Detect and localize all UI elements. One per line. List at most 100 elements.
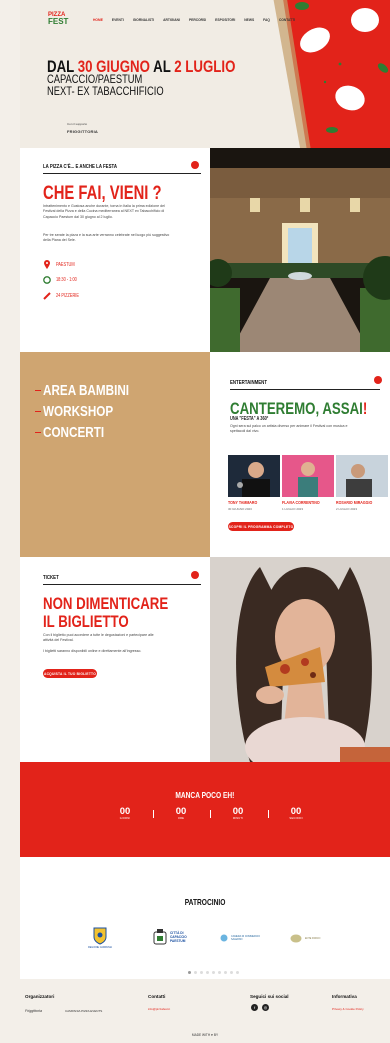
nav-item-contatti[interactable]: CONTATTI (279, 18, 295, 22)
pizza-cutter-icon (43, 292, 51, 300)
footer-credits: MADE WITH ♥ BY (191, 1033, 219, 1037)
main-nav: HOME EVENTI GIORNALISTI ARTIGIANI PERCOR… (93, 18, 295, 22)
ticket-panel: TICKET NON DIMENTICARE IL BIGLIETTO Con … (20, 557, 210, 762)
entertainment-kicker: ENTERTAINMENT (230, 380, 268, 386)
buy-ticket-button[interactable]: ACQUISTA IL TUO BIGLIETTO (43, 669, 97, 678)
tomato-icon (191, 571, 199, 579)
footer-organizer-logo-1[interactable]: Friggittoria (25, 1009, 42, 1013)
ticket-title: NON DIMENTICARE IL BIGLIETTO (43, 594, 169, 631)
festa-panel: LA PIZZA C'È... E ANCHE LA FESTA CHE FAI… (20, 148, 210, 352)
festa-title: CHE FAI, VIENI ? (43, 183, 162, 204)
site-footer: Organizzatori Friggittoria CAMPANIA PIZZ… (20, 979, 390, 1043)
festa-kicker: LA PIZZA C'È... E ANCHE LA FESTA (43, 164, 118, 170)
activities-panel: AREA BAMBINI WORKSHOP CONCERTI (20, 352, 210, 557)
countdown-days-label: GIORNI (119, 817, 131, 820)
artist-date-3: 2 LUGLIO 2023 (336, 507, 358, 511)
countdown-hours-label: ORE (177, 817, 185, 820)
footer-organizer-logo-2[interactable]: CAMPANIA PIZZA EVENTS (65, 1009, 102, 1013)
capaccio-crest-icon (153, 929, 167, 945)
countdown-minutes-label: MINUTI (232, 817, 244, 820)
artist-name-1: TONY TAMMARO (228, 500, 258, 505)
festa-hours-text: 18:30 - 1:00 (56, 277, 77, 283)
nav-item-artigiani[interactable]: ARTIGIANI (163, 18, 180, 22)
nav-item-espositori[interactable]: ESPOSITORI (215, 18, 235, 22)
hero-location-city: CAPACCIO/PAESTUM (47, 72, 143, 86)
carousel-dots[interactable] (188, 971, 239, 974)
nav-item-giornalisti[interactable]: GIORNALISTI (133, 18, 154, 22)
regione-crest-icon (93, 927, 107, 945)
countdown-seconds-label: SECONDI (289, 817, 303, 820)
pizzafest-logo[interactable]: PIZZA FEST (48, 12, 74, 32)
artist-date-2: 1 LUGLIO 2023 (282, 507, 304, 511)
program-button[interactable]: SCOPRI IL PROGRAMMA COMPLETO (228, 522, 294, 531)
instagram-icon[interactable]: ◎ (262, 1004, 269, 1011)
logo-bottom-text: FEST (48, 17, 69, 26)
festa-count-text: 24 PIZZERIE (56, 293, 79, 299)
countdown-hours-value: 00 (175, 806, 187, 817)
tomato-icon (191, 161, 199, 169)
activity-area-bambini[interactable]: AREA BAMBINI (35, 382, 153, 399)
hero-section: PIZZA FEST HOME EVENTI GIORNALISTI ARTIG… (20, 0, 390, 148)
artist-photo-tony-tammaro[interactable] (228, 455, 280, 497)
countdown-title: MANCA POCO EH! (175, 790, 235, 800)
activity-workshop[interactable]: WORKSHOP (35, 403, 133, 420)
festa-place-text: PAESTUM (56, 261, 75, 268)
nav-item-eventi[interactable]: EVENTI (112, 18, 124, 22)
footer-informativa-heading: Informativa (332, 994, 357, 999)
artist-name-2: FLAVIA CORRENTINO (282, 500, 320, 505)
festa-body-2: Per tre serate la pizza e la sua arte ve… (43, 233, 170, 243)
footer-privacy-link[interactable]: Privacy & Cookie Policy (332, 1007, 364, 1011)
artist-photo-rosario-miraggio[interactable] (336, 455, 388, 497)
clock-icon (43, 276, 51, 284)
countdown-separator (268, 810, 269, 818)
activity-concerti[interactable]: CONCERTI (35, 424, 121, 441)
map-pin-icon (44, 260, 50, 269)
festa-body-1: Intrattenimento e Gustosa anche durante,… (43, 204, 165, 219)
page: PIZZA FEST HOME EVENTI GIORNALISTI ARTIG… (20, 0, 390, 1043)
tomato-icon (374, 376, 382, 384)
countdown-days-value: 00 (119, 806, 131, 817)
woman-eating-pizza-photo (210, 557, 390, 762)
facebook-icon[interactable]: f (251, 1004, 258, 1011)
countdown-days: 00 GIORNI (110, 806, 140, 820)
nav-item-home[interactable]: HOME (93, 18, 103, 22)
festa-pizzerie: 24 PIZZERIE (43, 292, 85, 300)
footer-contact-email[interactable]: info@pizzafest.it (148, 1007, 170, 1011)
artist-name-3: ROSARIO MIRAGGIO (336, 500, 373, 505)
hero-location: CAPACCIO/PAESTUM NEXT- EX TABACCHIFICIO (47, 72, 197, 98)
countdown-seconds: 00 SECONDI (281, 806, 311, 820)
footer-social-heading: Seguici sui social (250, 994, 289, 999)
footer-organizzatori-heading: Organizzatori (25, 994, 55, 999)
countdown-section: MANCA POCO EH! 00 GIORNI 00 ORE 00 MINUT… (20, 762, 390, 857)
venue-photo (210, 148, 390, 352)
patron-logo-regione-campania[interactable]: REGIONE CAMPANIA (88, 927, 112, 949)
countdown-hours: 00 ORE (166, 806, 196, 820)
patron-logo-ente-parco[interactable]: ENTE PARCO (290, 934, 320, 943)
countdown-separator (153, 810, 154, 818)
ticket-divider (43, 584, 201, 585)
festa-section: LA PIZZA C'È... E ANCHE LA FESTA CHE FAI… (20, 148, 390, 352)
nav-item-faq[interactable]: FAQ (263, 18, 270, 22)
partner-logo[interactable]: FRIGGITTORIA (67, 129, 98, 134)
ticket-body-2: I biglietti saranno disponibili online e… (43, 649, 142, 653)
festa-place: PAESTUM (43, 260, 80, 269)
countdown-seconds-value: 00 (290, 806, 302, 817)
patron-logo-capaccio-paestum[interactable]: CITTÀ DI CAPACCIO PAESTUM (153, 929, 200, 945)
nav-item-percorsi[interactable]: PERCORSI (189, 18, 206, 22)
ticket-kicker: TICKET (43, 575, 59, 581)
artist-date-1: 30 GIUGNO 2023 (228, 507, 252, 511)
entertainment-body: Ogni sera sul palco un artista diverso p… (230, 424, 348, 434)
countdown-separator (210, 810, 211, 818)
footer-contatti-heading: Contatti (148, 994, 166, 999)
partner-label: Con il supporto (67, 122, 88, 126)
ticket-body-1: Con il biglietto puoi accedere a tutte l… (43, 633, 154, 643)
countdown-minutes: 00 MINUTI (223, 806, 253, 820)
hero-location-venue: NEXT- EX TABACCHIFICIO (47, 84, 164, 98)
artist-photo-flavia-corrantino[interactable] (282, 455, 334, 497)
activities-section: AREA BAMBINI WORKSHOP CONCERTI ENTERTAIN… (20, 352, 390, 557)
festa-hours: 18:30 - 1:00 (43, 276, 83, 284)
nav-item-news[interactable]: NEWS (244, 18, 254, 22)
countdown-minutes-value: 00 (232, 806, 244, 817)
patron-logo-camera-commercio[interactable]: CAMERA DI COMMERCIO SALERNO (220, 934, 267, 942)
ente-parco-icon (290, 934, 302, 943)
